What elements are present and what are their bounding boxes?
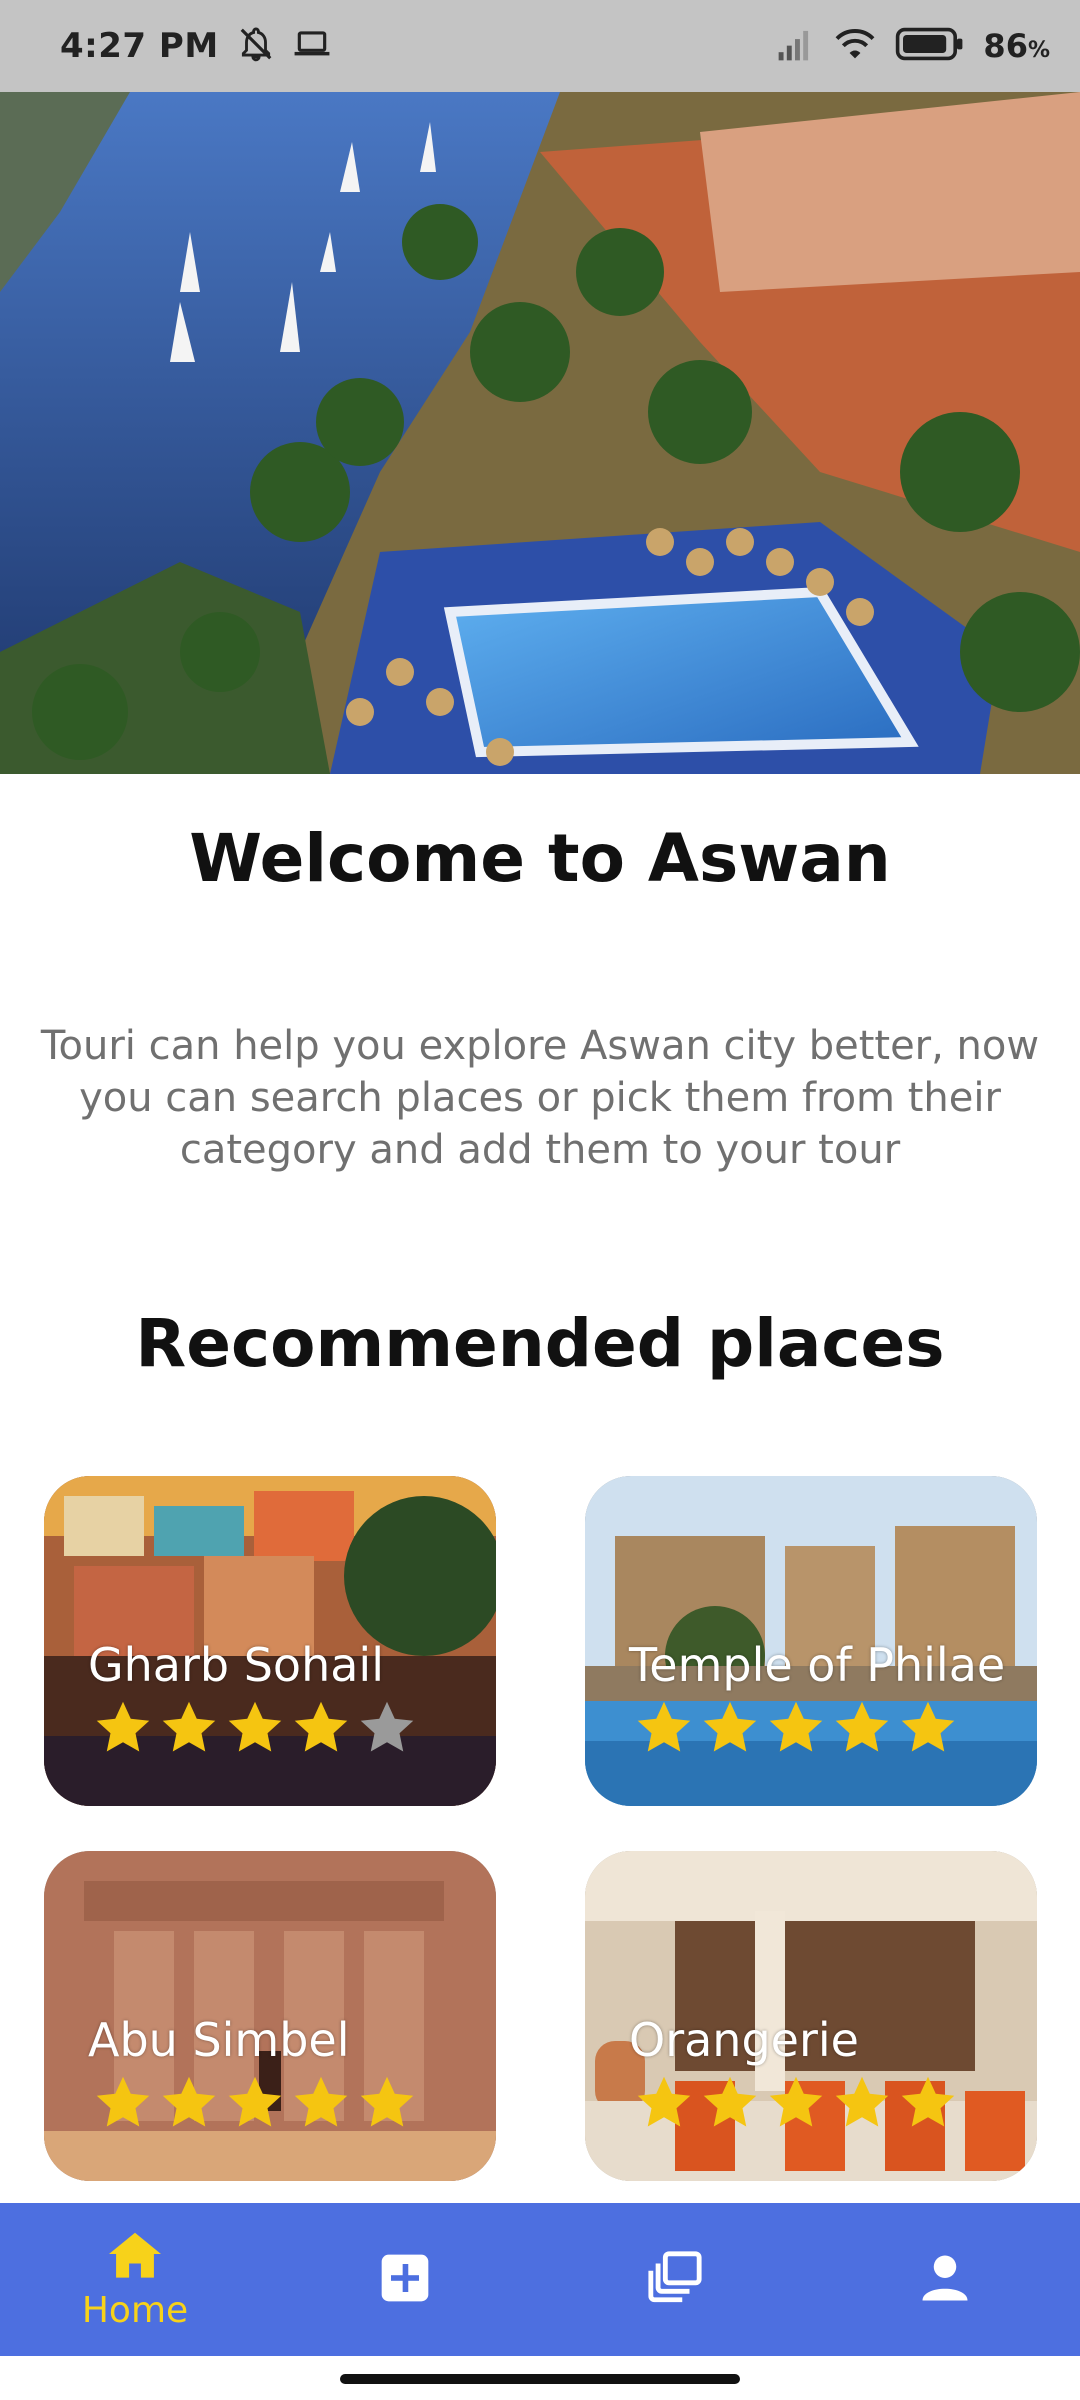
star-filled-icon	[703, 1701, 757, 1752]
nav-profile[interactable]	[845, 2203, 1045, 2356]
place-name: Gharb Sohail	[88, 1638, 384, 1692]
place-rating	[633, 1698, 959, 1758]
star-filled-icon	[162, 2076, 216, 2127]
star-filled-icon	[162, 1701, 216, 1752]
laptop-icon	[293, 25, 331, 67]
recommended-title: Recommended places	[135, 1305, 945, 1382]
star-filled-icon	[96, 2076, 150, 2127]
star-filled-icon	[294, 1701, 348, 1752]
star-filled-icon	[637, 2076, 691, 2127]
place-card-gharb-sohail[interactable]: Gharb Sohail	[44, 1476, 496, 1806]
place-rating	[633, 2073, 959, 2133]
person-icon	[918, 2251, 972, 2309]
nav-home[interactable]: Home	[35, 2203, 235, 2356]
star-filled-icon	[637, 1701, 691, 1752]
notifications-off-icon	[237, 25, 275, 67]
nav-home-label: Home	[81, 2290, 189, 2331]
wifi-icon	[833, 26, 877, 66]
star-filled-icon	[901, 1701, 955, 1752]
collections-icon	[646, 2249, 704, 2311]
place-card-abu-simbel[interactable]: Abu Simbel	[44, 1851, 496, 2181]
status-bar: 4:27 PM 86%	[0, 0, 1080, 92]
star-filled-icon	[294, 2076, 348, 2127]
place-name: Temple of Philae	[629, 1638, 1006, 1692]
intro-text: Touri can help you explore Aswan city be…	[40, 1023, 1040, 1173]
place-card-temple-of-philae[interactable]: Temple of Philae	[585, 1476, 1037, 1806]
star-filled-icon	[228, 1701, 282, 1752]
add-box-icon	[377, 2250, 433, 2310]
star-filled-icon	[96, 1701, 150, 1752]
signal-icon	[775, 26, 815, 66]
star-filled-icon	[835, 2076, 889, 2127]
star-filled-icon	[360, 2076, 414, 2127]
hero-image	[0, 92, 1080, 774]
place-name: Orangerie	[629, 2013, 859, 2067]
star-filled-icon	[835, 1701, 889, 1752]
star-filled-icon	[769, 2076, 823, 2127]
place-name: Abu Simbel	[88, 2013, 350, 2067]
battery-percentage: 86%	[983, 27, 1050, 65]
status-left: 4:27 PM	[60, 25, 331, 67]
nav-add[interactable]	[305, 2203, 505, 2356]
battery-icon	[895, 26, 965, 66]
bottom-navigation: Home	[0, 2203, 1080, 2356]
status-right: 86%	[775, 26, 1050, 66]
gesture-bar	[0, 2356, 1080, 2400]
place-rating	[92, 1698, 418, 1758]
star-filled-icon	[769, 1701, 823, 1752]
star-filled-icon	[901, 2076, 955, 2127]
nav-collections[interactable]	[575, 2203, 775, 2356]
star-filled-icon	[228, 2076, 282, 2127]
status-time: 4:27 PM	[60, 26, 219, 66]
home-gesture-handle[interactable]	[340, 2374, 740, 2384]
home-icon	[106, 2228, 164, 2284]
place-rating	[92, 2073, 418, 2133]
welcome-title: Welcome to Aswan	[189, 820, 891, 897]
star-filled-icon	[703, 2076, 757, 2127]
place-card-orangerie[interactable]: Orangerie	[585, 1851, 1037, 2181]
star-empty-icon	[360, 1701, 414, 1752]
